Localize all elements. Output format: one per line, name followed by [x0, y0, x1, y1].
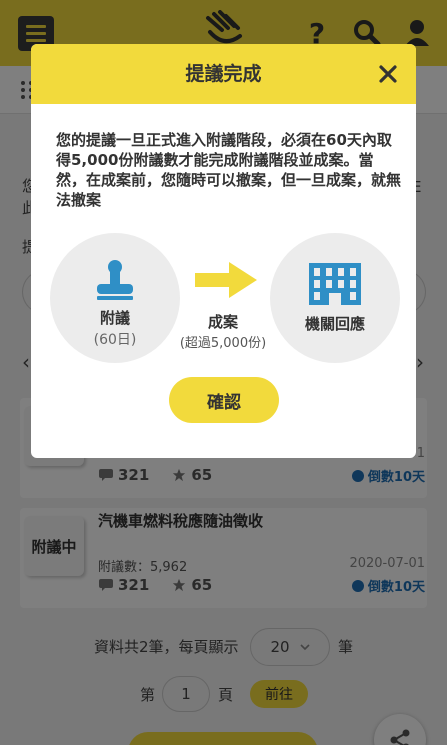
stamp-icon: [97, 260, 133, 300]
step-sub-established: (超過5,000份): [179, 336, 267, 351]
dialog-description: 您的提議一旦正式進入附議階段，必須在60天內取得5,000份附議數才能完成附議階…: [56, 131, 402, 209]
step-label-established: 成案: [207, 313, 238, 331]
close-icon[interactable]: [378, 64, 398, 84]
arrow-right-icon: [195, 262, 257, 298]
step-circle-petition: 附議 (60日): [50, 233, 180, 363]
confirm-button[interactable]: 確認: [169, 377, 279, 423]
proposal-complete-dialog: 提議完成 您的提議一旦正式進入附議階段，必須在60天內取得5,000份附議數才能…: [31, 44, 416, 458]
step-sub-petition: (60日): [93, 332, 137, 348]
step-circle-agency-response: 機關回應: [270, 233, 400, 363]
step-label-agency-response: 機關回應: [304, 315, 365, 333]
step-label-petition: 附議: [99, 309, 130, 327]
dialog-title: 提議完成: [185, 63, 262, 85]
building-icon: [309, 263, 361, 305]
